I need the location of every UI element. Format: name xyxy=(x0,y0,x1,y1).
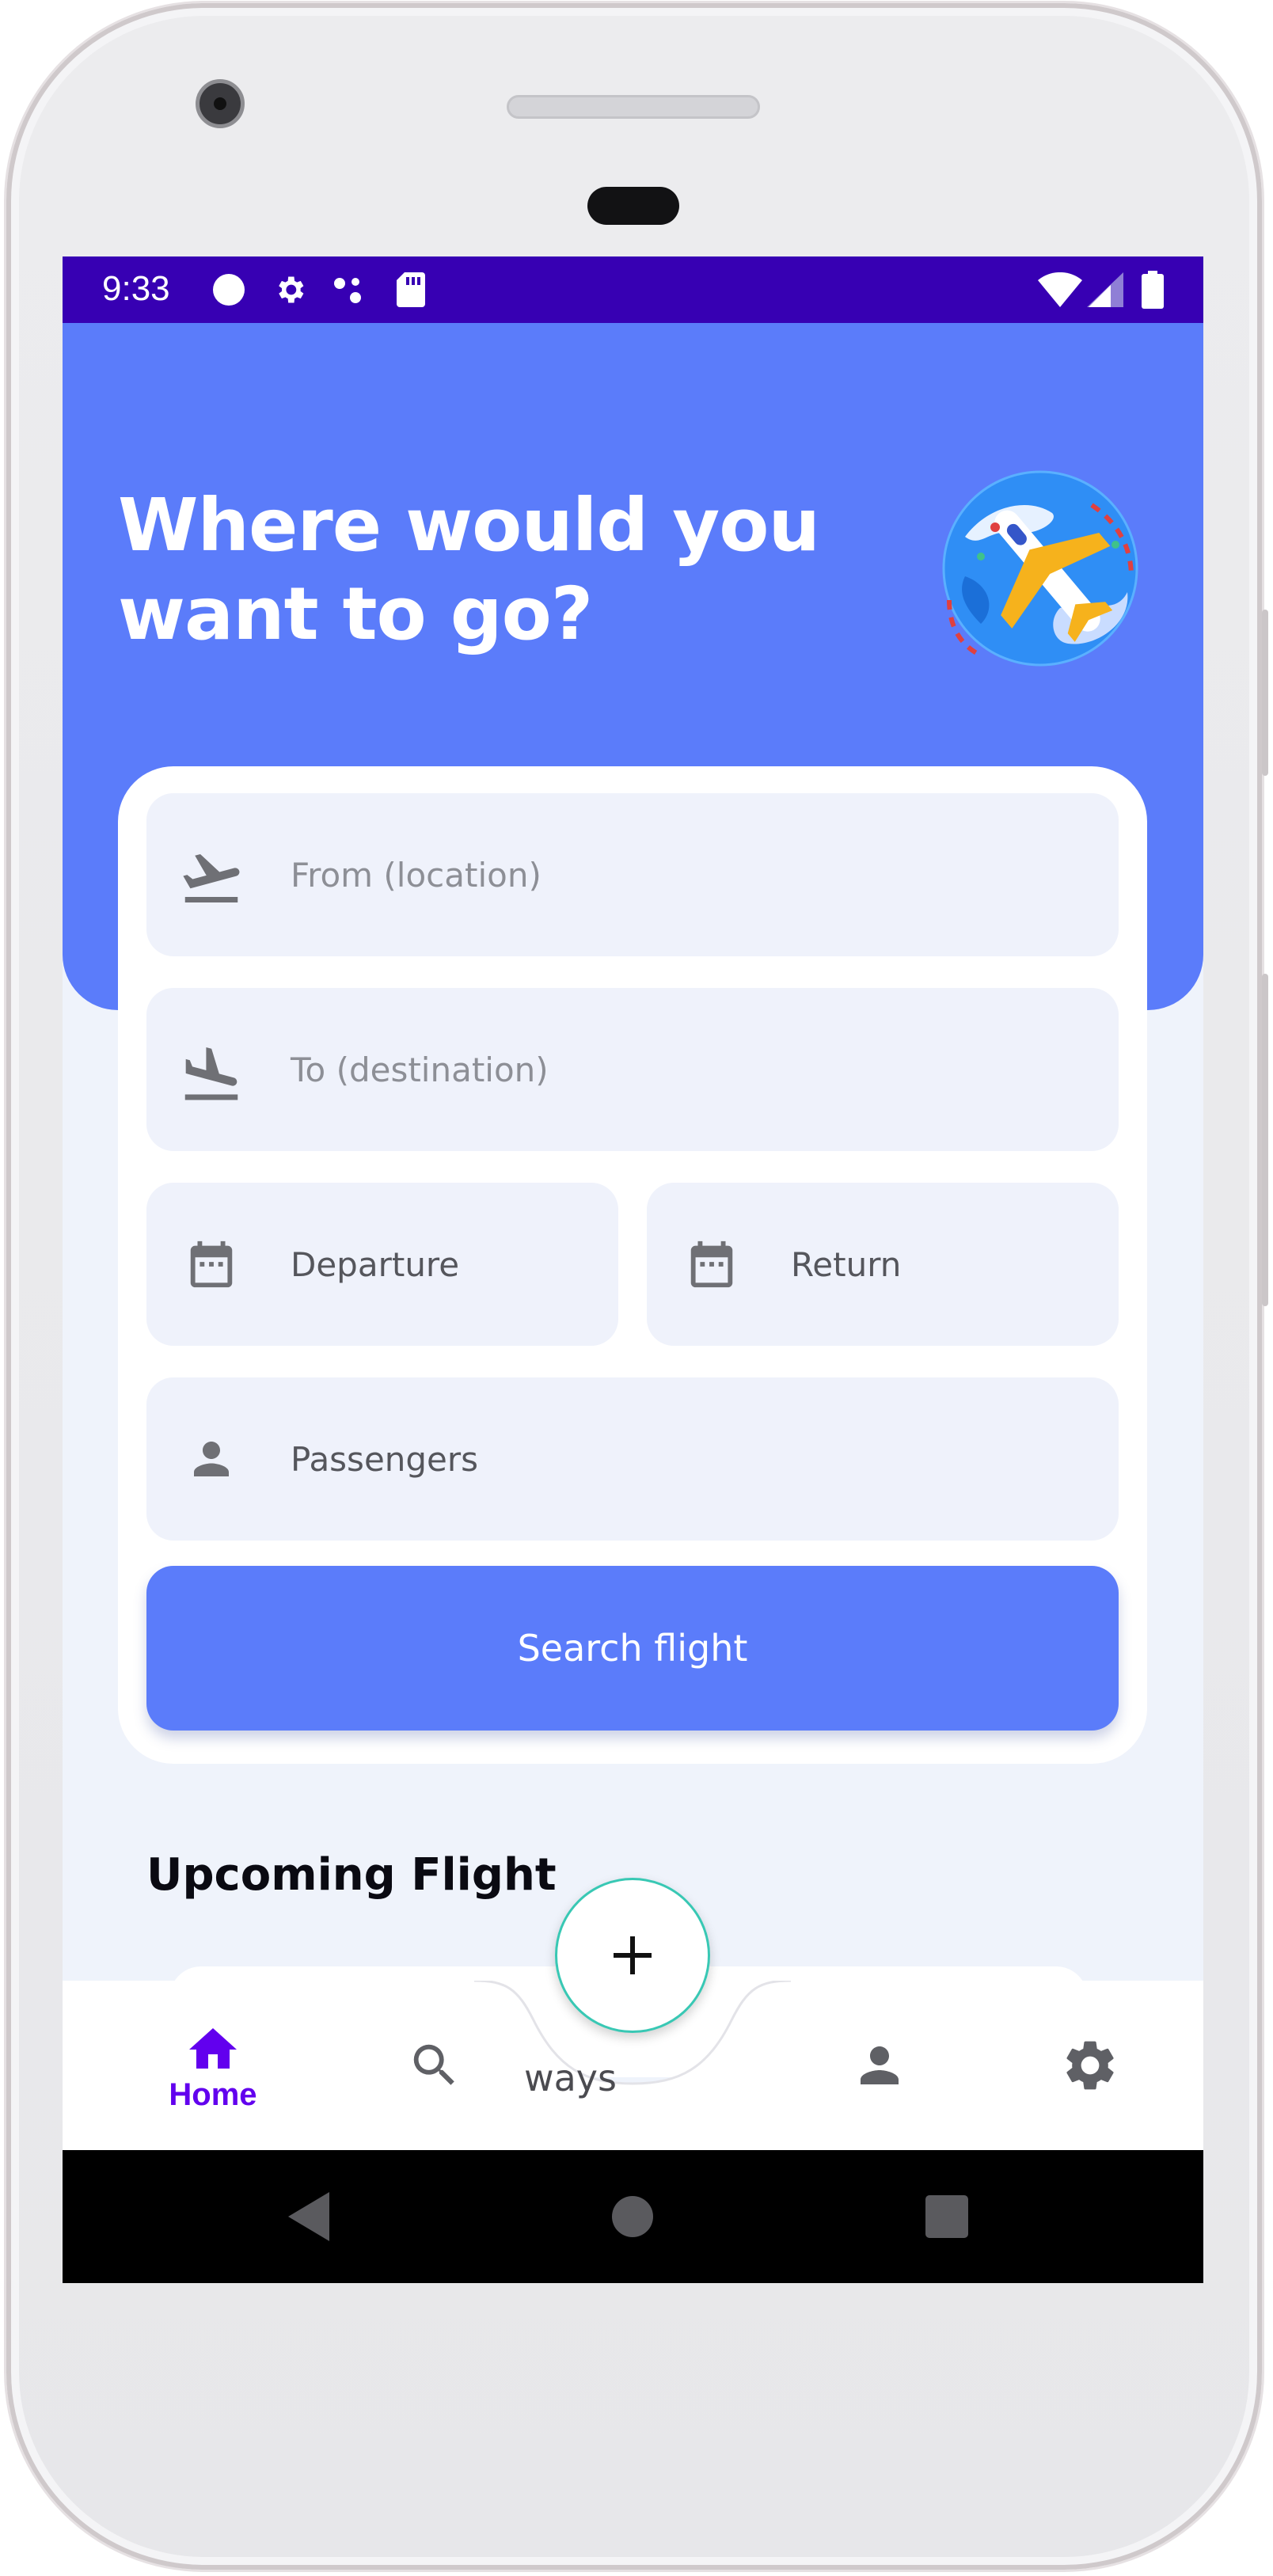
nav-profile[interactable] xyxy=(840,1981,919,2150)
wifi-icon xyxy=(1038,272,1082,307)
sd-card-icon xyxy=(393,272,428,307)
flight-search-card: From (location) To (destination) Departu… xyxy=(118,766,1147,1764)
calendar-icon xyxy=(177,1229,246,1299)
gear-icon xyxy=(1066,2041,1114,2090)
flight-landing-icon xyxy=(177,1035,246,1104)
to-field[interactable]: To (destination) xyxy=(146,988,1119,1151)
home-circle-icon xyxy=(612,2196,653,2237)
add-button[interactable] xyxy=(555,1878,710,2033)
nav-home[interactable]: Home xyxy=(158,1981,268,2150)
departure-field[interactable]: Departure xyxy=(146,1183,618,1346)
volume-button xyxy=(1262,610,1268,776)
earpiece-speaker xyxy=(507,95,760,119)
passengers-label: Passengers xyxy=(291,1439,479,1479)
search-icon xyxy=(413,2044,454,2085)
status-bar: 9:33 xyxy=(63,256,1203,323)
status-time: 9:33 xyxy=(102,269,170,308)
to-placeholder: To (destination) xyxy=(291,1050,549,1089)
return-label: Return xyxy=(791,1244,902,1284)
nav-home-label: Home xyxy=(169,2076,257,2112)
from-field[interactable]: From (location) xyxy=(146,793,1119,956)
search-flight-button[interactable]: Search flight xyxy=(146,1566,1119,1731)
passengers-field[interactable]: Passengers xyxy=(146,1377,1119,1541)
globe-airplane-icon xyxy=(942,470,1138,667)
title-line-1: Where would you xyxy=(118,483,820,568)
plus-icon xyxy=(614,1936,652,1974)
page-title: Where would you want to go? xyxy=(118,481,830,659)
calendar-icon xyxy=(677,1229,747,1299)
flight-takeoff-icon xyxy=(177,840,246,910)
power-button xyxy=(1262,974,1268,1306)
gear-icon xyxy=(270,272,310,307)
title-line-2: want to go? xyxy=(118,572,593,656)
screen: 9:33 Where would you want to go? From (l… xyxy=(63,256,1203,2283)
home-icon xyxy=(189,2027,237,2069)
nav-search[interactable] xyxy=(395,1981,474,2150)
back-icon xyxy=(288,2192,329,2241)
signal-icon xyxy=(1085,272,1125,307)
person-icon xyxy=(177,1424,246,1494)
system-navigation-bar xyxy=(63,2150,1203,2283)
front-camera xyxy=(196,79,245,128)
from-placeholder: From (location) xyxy=(291,855,542,895)
person-icon xyxy=(861,2046,899,2084)
nav-ways-label: ways xyxy=(524,2057,617,2099)
battery-icon xyxy=(1141,271,1165,309)
recents-icon xyxy=(925,2195,968,2238)
circle-icon xyxy=(209,272,249,307)
return-field[interactable]: Return xyxy=(647,1183,1119,1346)
nav-settings[interactable] xyxy=(1051,1981,1130,2150)
upcoming-flight-heading: Upcoming Flight xyxy=(146,1849,557,1901)
proximity-sensor xyxy=(587,187,679,225)
home-system-button[interactable] xyxy=(585,2150,680,2283)
departure-label: Departure xyxy=(291,1244,460,1284)
dots-icon xyxy=(330,272,370,307)
back-button[interactable] xyxy=(263,2150,358,2283)
recents-button[interactable] xyxy=(899,2150,994,2283)
